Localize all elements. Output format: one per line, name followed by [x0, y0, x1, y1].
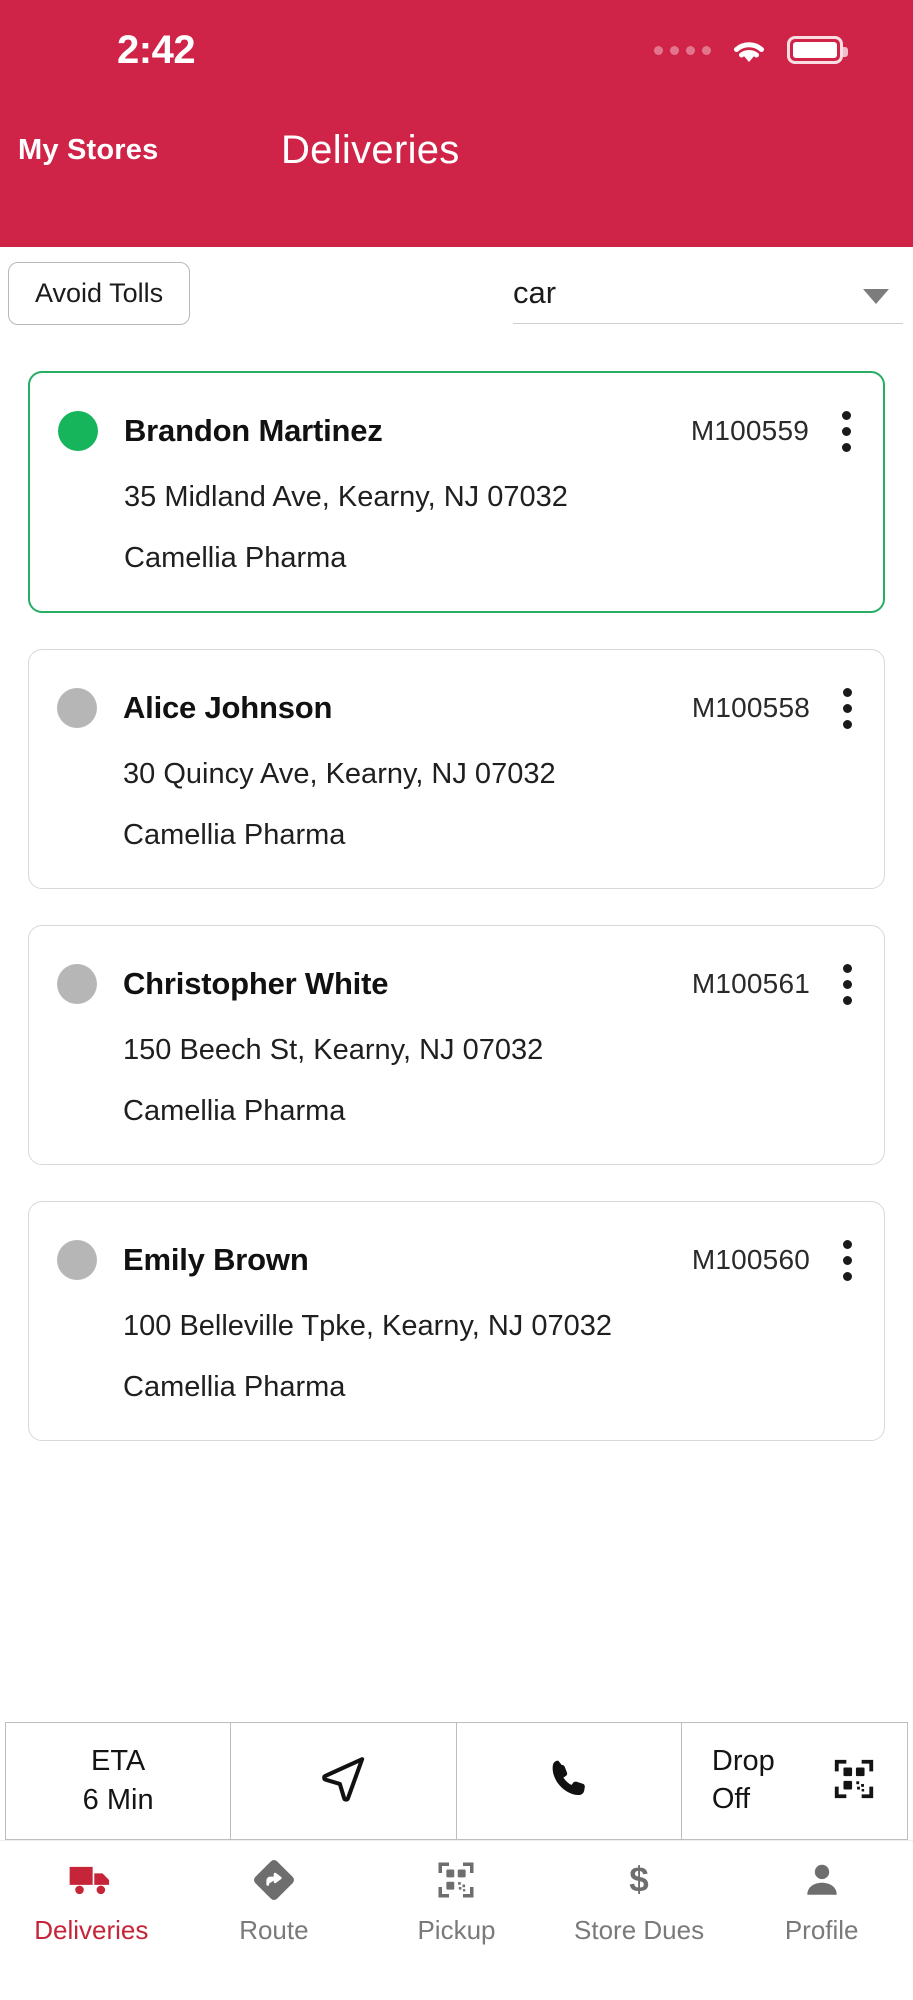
eta-value: 6 Min — [82, 1784, 154, 1816]
delivery-store: Camellia Pharma — [124, 542, 347, 574]
tab-profile[interactable]: Profile — [730, 1857, 913, 2000]
tab-label: Profile — [784, 1915, 859, 1945]
status-bar: 2:42 — [0, 0, 913, 100]
truck-icon — [68, 1857, 114, 1903]
delivery-store: Camellia Pharma — [123, 1371, 346, 1403]
customer-name: Emily Brown — [123, 1242, 309, 1277]
navigation-arrow-icon — [316, 1752, 370, 1811]
delivery-id: M100558 — [691, 692, 810, 723]
page-title: Deliveries — [281, 127, 460, 172]
tab-pickup[interactable]: Pickup — [365, 1857, 548, 2000]
tab-label: Deliveries — [34, 1915, 149, 1945]
phone-icon — [545, 1755, 593, 1808]
more-vertical-icon[interactable] — [841, 410, 853, 452]
dollar-icon: $ — [619, 1857, 659, 1903]
delivery-id: M100559 — [690, 415, 809, 446]
tab-deliveries[interactable]: Deliveries — [0, 1857, 183, 2000]
navigation-bar: My Stores Deliveries — [0, 110, 913, 190]
delivery-id: M100560 — [691, 1244, 810, 1275]
wifi-icon — [729, 35, 769, 65]
avoid-tolls-button[interactable]: Avoid Tolls — [8, 261, 191, 325]
chevron-down-icon — [863, 289, 889, 304]
tab-label: Store Dues — [574, 1915, 705, 1945]
delivery-address: 100 Belleville Tpke, Kearny, NJ 07032 — [123, 1310, 612, 1342]
signal-dots-icon — [654, 45, 711, 55]
app-header: 2:42 My Stores Deliveries — [0, 0, 913, 247]
tab-route[interactable]: Route — [183, 1857, 366, 2000]
filter-bar: Avoid Tolls car — [0, 247, 913, 339]
battery-full-icon — [787, 36, 848, 64]
delivery-card-header: Christopher White M100561 — [57, 962, 854, 1006]
status-bar-indicators — [654, 35, 848, 65]
delivery-address: 30 Quincy Ave, Kearny, NJ 07032 — [123, 758, 556, 790]
delivery-card-header: Brandon Martinez M100559 — [58, 409, 853, 453]
delivery-store: Camellia Pharma — [123, 819, 346, 851]
drop-off-button[interactable]: DropOff Off — [681, 1723, 907, 1839]
delivery-card[interactable]: Brandon Martinez M100559 35 Midland Ave,… — [28, 371, 885, 613]
svg-text:$: $ — [629, 1861, 648, 1900]
person-icon — [801, 1857, 843, 1903]
delivery-store: Camellia Pharma — [123, 1095, 346, 1127]
delivery-address: 35 Midland Ave, Kearny, NJ 07032 — [124, 481, 568, 513]
delivery-card-header: Alice Johnson M100558 — [57, 686, 854, 730]
call-button[interactable] — [456, 1723, 682, 1839]
more-vertical-icon[interactable] — [842, 1239, 854, 1281]
delivery-status-dot — [57, 1240, 97, 1280]
eta-label: ETA — [91, 1744, 146, 1777]
delivery-address: 150 Beech St, Kearny, NJ 07032 — [123, 1034, 544, 1066]
delivery-list[interactable]: Brandon Martinez M100559 35 Midland Ave,… — [0, 339, 913, 1722]
route-sign-icon — [252, 1857, 296, 1903]
drop-off-label-line1: Drop Off — [711, 1745, 775, 1815]
qr-code-icon — [435, 1857, 477, 1903]
customer-name: Brandon Martinez — [124, 413, 383, 448]
vehicle-type-value: car — [513, 275, 557, 310]
back-to-my-stores-button[interactable]: My Stores — [18, 134, 158, 167]
customer-name: Christopher White — [123, 966, 389, 1001]
tab-store-dues[interactable]: $ Store Dues — [548, 1857, 731, 2000]
tab-label: Pickup — [417, 1915, 496, 1945]
status-bar-clock: 2:42 — [117, 27, 196, 72]
bottom-tab-bar: Deliveries Route Pickup $ Store Dues Pro… — [0, 1840, 913, 2000]
delivery-action-bar: ETA 6 Min DropOff Off — [5, 1722, 908, 1840]
delivery-card-header: Emily Brown M100560 — [57, 1238, 854, 1282]
navigate-button[interactable] — [231, 1723, 457, 1839]
delivery-card[interactable]: Emily Brown M100560 100 Belleville Tpke,… — [28, 1201, 885, 1441]
customer-name: Alice Johnson — [123, 690, 333, 725]
app-screen: 2:42 My Stores Deliveries Avoid Tolls ca… — [0, 0, 913, 2000]
vehicle-type-select[interactable]: car — [513, 262, 903, 324]
more-vertical-icon[interactable] — [842, 963, 854, 1005]
delivery-card[interactable]: Christopher White M100561 150 Beech St, … — [28, 925, 885, 1165]
delivery-status-dot — [58, 411, 98, 451]
delivery-status-dot — [57, 964, 97, 1004]
delivery-status-dot — [57, 688, 97, 728]
tab-label: Route — [239, 1915, 309, 1945]
qr-code-icon — [831, 1756, 877, 1807]
more-vertical-icon[interactable] — [842, 687, 854, 729]
delivery-id: M100561 — [691, 968, 810, 999]
delivery-card[interactable]: Alice Johnson M100558 30 Quincy Ave, Kea… — [28, 649, 885, 889]
eta-button[interactable]: ETA 6 Min — [6, 1723, 232, 1839]
